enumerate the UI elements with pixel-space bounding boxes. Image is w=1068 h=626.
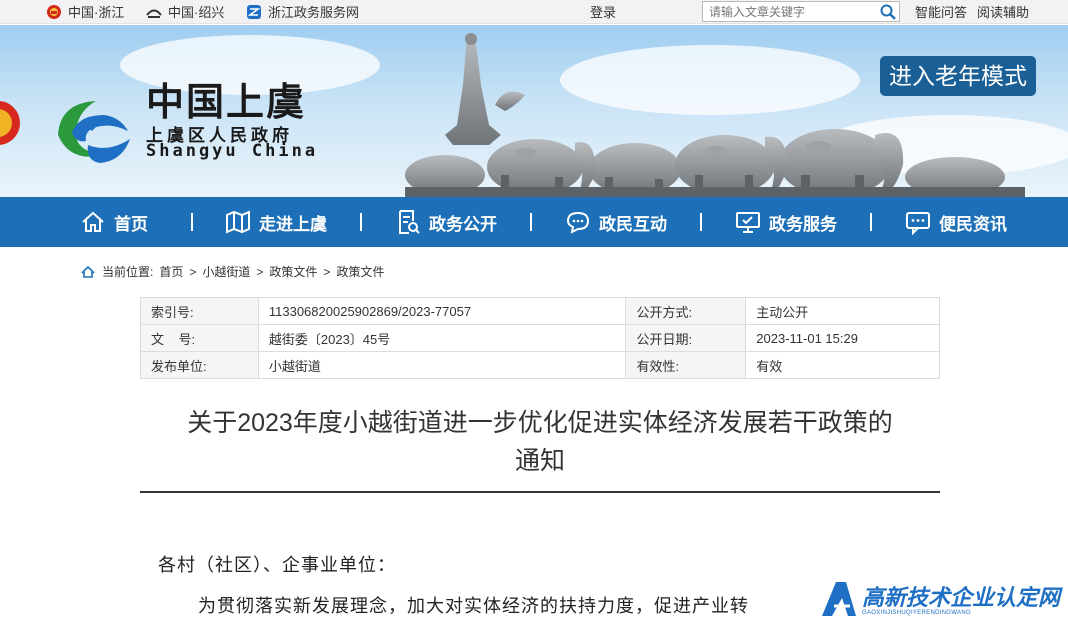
document-title-line: 关于2023年度小越街道进一步优化促进实体经济发展若干政策的 bbox=[187, 409, 893, 437]
document-meta-table: 索引号: 113306820025902869/2023-77057 公开方式:… bbox=[140, 297, 940, 379]
nav-separator bbox=[191, 213, 193, 231]
document-search-icon bbox=[399, 210, 420, 234]
breadcrumb-policy[interactable]: 政策文件 bbox=[269, 263, 317, 280]
nav-item-interaction[interactable]: 政民互动 bbox=[565, 197, 667, 247]
nav-item-label: 政务公开 bbox=[429, 214, 497, 234]
table-row: 发布单位: 小越街道 有效性: 有效 bbox=[140, 351, 940, 379]
nav-item-label: 走进上虞 bbox=[259, 214, 327, 234]
main-nav: 首页 走进上虞 政务公开 政民互动 政务服务 便民资讯 bbox=[0, 197, 1068, 247]
link-zhejiang[interactable]: 中国·浙江 bbox=[46, 2, 124, 21]
nav-separator bbox=[870, 213, 872, 231]
shaoxing-emblem-icon bbox=[146, 4, 162, 20]
meta-key: 发布单位: bbox=[140, 351, 259, 379]
header-banner: 中国上虞 上虞区人民政府 Shangyu China 进入老年模式 bbox=[0, 25, 1068, 197]
nav-separator bbox=[530, 213, 532, 231]
nav-item-label: 政务服务 bbox=[769, 214, 837, 234]
elder-mode-button[interactable]: 进入老年模式 bbox=[880, 56, 1036, 96]
meta-key: 有效性: bbox=[625, 351, 747, 379]
watermark-logo-icon bbox=[822, 582, 856, 616]
map-icon bbox=[226, 210, 250, 234]
search-input[interactable] bbox=[709, 4, 877, 20]
link-zjzwfw-label: 浙江政务服务网 bbox=[268, 5, 360, 20]
table-row: 文 号: 越街委〔2023〕45号 公开日期: 2023-11-01 15:29 bbox=[140, 324, 940, 352]
nav-item-label: 首页 bbox=[114, 214, 148, 234]
breadcrumb: 当前位置: 首页 > 小越街道 > 政策文件 > 政策文件 bbox=[80, 263, 384, 280]
breadcrumb-separator: > bbox=[189, 264, 197, 279]
meta-value: 有效 bbox=[745, 351, 940, 379]
national-emblem-icon bbox=[46, 4, 62, 20]
breadcrumb-xiaoyue[interactable]: 小越街道 bbox=[202, 263, 250, 280]
nav-item-label: 政民互动 bbox=[599, 214, 667, 234]
breadcrumb-prefix: 当前位置: bbox=[102, 265, 154, 279]
meta-key: 索引号: bbox=[140, 297, 259, 325]
top-utility-bar: 中国·浙江 中国·绍兴 浙江政务服务网 登录 智能问答 阅读辅助 bbox=[0, 0, 1068, 24]
meta-value: 113306820025902869/2023-77057 bbox=[257, 297, 627, 325]
document-paragraph: 为贯彻落实新发展理念，加大对实体经济的扶持力度，促进产业转 bbox=[198, 596, 749, 617]
link-shaoxing-label: 中国·绍兴 bbox=[168, 5, 225, 20]
chat-icon bbox=[566, 211, 590, 234]
search-icon[interactable] bbox=[879, 3, 897, 21]
breadcrumb-policy-current[interactable]: 政策文件 bbox=[336, 263, 384, 280]
document-salutation: 各村（社区）、企事业单位： bbox=[158, 555, 396, 576]
elephant-sculpture-image bbox=[405, 33, 1025, 197]
national-emblem-decor bbox=[0, 101, 20, 145]
table-row: 索引号: 113306820025902869/2023-77057 公开方式:… bbox=[140, 297, 940, 325]
nav-item-info[interactable]: 便民资讯 bbox=[905, 197, 1007, 247]
meta-key: 公开日期: bbox=[625, 324, 747, 352]
zjzwfw-logo-icon bbox=[246, 4, 262, 20]
link-zhejiang-label: 中国·浙江 bbox=[68, 5, 125, 20]
nav-item-services[interactable]: 政务服务 bbox=[735, 197, 837, 247]
link-shaoxing[interactable]: 中国·绍兴 bbox=[146, 2, 224, 21]
watermark-subtext: GAOXINJISHUQIYERENDINGWANG bbox=[862, 610, 971, 616]
meta-key: 公开方式: bbox=[625, 297, 747, 325]
login-link[interactable]: 登录 bbox=[590, 2, 616, 21]
nav-item-home[interactable]: 首页 bbox=[80, 197, 148, 247]
breadcrumb-separator: > bbox=[323, 264, 331, 279]
search-box bbox=[702, 1, 900, 22]
nav-separator bbox=[360, 213, 362, 231]
nav-item-label: 便民资讯 bbox=[939, 214, 1007, 234]
title-divider bbox=[140, 491, 940, 493]
smart-qa-link[interactable]: 智能问答 bbox=[915, 2, 967, 21]
monitor-icon bbox=[736, 212, 760, 233]
breadcrumb-home[interactable]: 首页 bbox=[159, 263, 183, 280]
nav-separator bbox=[700, 213, 702, 231]
message-icon bbox=[906, 212, 930, 235]
brand-english: Shangyu China bbox=[146, 141, 319, 161]
watermark-text: 高新技术企业认定网 bbox=[862, 585, 1061, 610]
home-icon bbox=[82, 211, 104, 232]
nav-item-explore[interactable]: 走进上虞 bbox=[225, 197, 327, 247]
brand-title: 中国上虞 bbox=[146, 79, 307, 124]
document-title: 关于2023年度小越街道进一步优化促进实体经济发展若干政策的 通知 bbox=[140, 404, 940, 480]
reading-assist-link[interactable]: 阅读辅助 bbox=[977, 2, 1029, 21]
document-title-line: 通知 bbox=[514, 447, 565, 475]
watermark: 高新技术企业认定网 GAOXINJISHUQIYERENDINGWANG bbox=[816, 576, 1068, 626]
link-zjzwfw[interactable]: 浙江政务服务网 bbox=[246, 2, 359, 21]
shangyu-logo-icon bbox=[58, 101, 130, 163]
meta-value: 主动公开 bbox=[745, 297, 940, 325]
breadcrumb-separator: > bbox=[256, 264, 264, 279]
meta-key: 文 号: bbox=[140, 324, 259, 352]
meta-value: 小越街道 bbox=[257, 351, 627, 379]
nav-item-affairs[interactable]: 政务公开 bbox=[395, 197, 497, 247]
meta-value: 越街委〔2023〕45号 bbox=[257, 324, 627, 352]
meta-value: 2023-11-01 15:29 bbox=[745, 324, 940, 352]
location-home-icon bbox=[81, 265, 95, 278]
